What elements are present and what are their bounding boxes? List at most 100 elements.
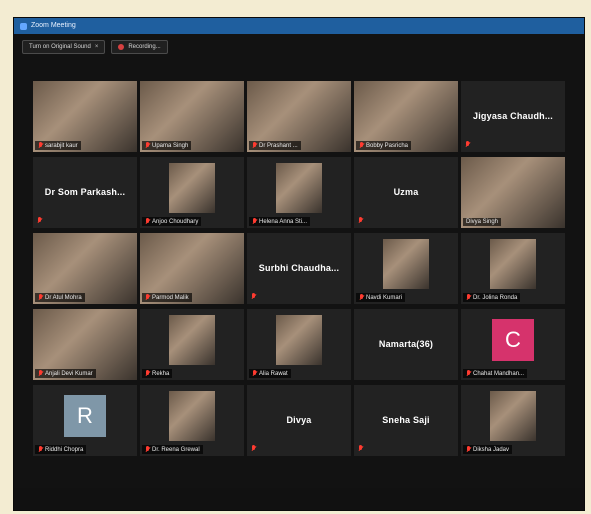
- participant-name: Bobby Pasricha: [366, 142, 409, 149]
- participant-name: Dr Atul Mohra: [45, 294, 82, 301]
- mic-muted-icon: [358, 217, 363, 224]
- participant-name-tag: Anjali Devi Kumar: [35, 369, 96, 378]
- letter-avatar: C: [492, 319, 534, 361]
- participant-name: Upama Singh: [152, 142, 189, 149]
- original-sound-button[interactable]: Turn on Original Sound ×: [22, 40, 106, 54]
- participant-tile[interactable]: Rekha: [140, 309, 244, 380]
- participant-tile[interactable]: C Chahat Mandhan...: [461, 309, 565, 380]
- participant-tile[interactable]: Sneha Saji: [354, 385, 458, 456]
- participant-tile[interactable]: Dr. Jolina Ronda: [461, 233, 565, 304]
- title-bar: Zoom Meeting: [14, 18, 584, 34]
- participant-name-tag: Divya Singh: [463, 218, 502, 226]
- participant-tile[interactable]: Upama Singh: [140, 81, 244, 152]
- participant-name: Dr. Jolina Ronda: [473, 294, 518, 301]
- participant-tile[interactable]: Divya: [247, 385, 351, 456]
- mic-muted-icon: [251, 293, 256, 300]
- participant-name-tag: Chahat Mandhan...: [463, 369, 528, 378]
- participant-name-tag: Helena Anna Sti...: [249, 217, 311, 226]
- participant-video: [490, 391, 536, 441]
- mic-muted-icon: [38, 294, 43, 301]
- mic-muted-icon: [358, 445, 363, 452]
- bottom-bar: [14, 488, 584, 510]
- participant-video: [169, 315, 215, 365]
- participant-tile[interactable]: Alia Rawat: [247, 309, 351, 380]
- mic-muted-icon: [145, 218, 150, 225]
- participant-name: Namarta(36): [378, 339, 434, 349]
- participant-name: Dr Som Parkash...: [44, 187, 126, 197]
- participant-name: Surbhi Chaudha...: [258, 263, 340, 273]
- participant-tile[interactable]: Bobby Pasricha: [354, 81, 458, 152]
- participant-video: [383, 239, 429, 289]
- participant-tile[interactable]: Navdi Kumari: [354, 233, 458, 304]
- letter-avatar: R: [64, 395, 106, 437]
- participant-tile[interactable]: Dr Som Parkash...: [33, 157, 137, 228]
- zoom-meeting-window: Zoom Meeting Turn on Original Sound × Re…: [13, 17, 585, 511]
- mic-muted-icon: [466, 370, 471, 377]
- mic-muted-icon: [359, 142, 364, 149]
- meeting-toolbar: Turn on Original Sound × Recording...: [22, 40, 168, 54]
- participant-tile[interactable]: Surbhi Chaudha...: [247, 233, 351, 304]
- recording-icon: [118, 44, 125, 50]
- original-sound-label: Turn on Original Sound: [29, 44, 91, 50]
- participant-tile[interactable]: R Riddhi Chopra: [33, 385, 137, 456]
- gallery-grid: sarabjit kaur Upama Singh Dr Prashant ..…: [33, 81, 565, 456]
- participant-name-tag: Rekha: [142, 369, 173, 378]
- mic-muted-icon: [38, 446, 43, 453]
- participant-name: Divya: [286, 415, 312, 425]
- participant-video: [276, 315, 322, 365]
- participant-tile[interactable]: Anjoo Choudhary: [140, 157, 244, 228]
- participant-name-tag: Dr. Reena Grewal: [142, 445, 203, 454]
- participant-name: Diksha Jadav: [473, 446, 510, 453]
- mic-muted-icon: [145, 142, 150, 149]
- participant-name-tag: Dr Atul Mohra: [35, 293, 85, 302]
- participant-tile[interactable]: sarabjit kaur: [33, 81, 137, 152]
- participant-name: sarabjit kaur: [45, 142, 78, 149]
- mic-muted-icon: [145, 370, 150, 377]
- participant-name: Dr. Reena Grewal: [152, 446, 200, 453]
- mic-muted-icon: [465, 141, 470, 148]
- mic-muted-icon: [251, 445, 256, 452]
- participant-name-tag: Bobby Pasricha: [356, 141, 412, 150]
- participant-tile[interactable]: Uzma: [354, 157, 458, 228]
- participant-name: Sneha Saji: [382, 415, 430, 425]
- participant-name-tag: Dr. Jolina Ronda: [463, 293, 521, 302]
- participant-video: [169, 391, 215, 441]
- participant-name: Helena Anna Sti...: [259, 218, 308, 225]
- mic-muted-icon: [145, 446, 150, 453]
- participant-tile[interactable]: Divya Singh: [461, 157, 565, 228]
- participant-name: Divya Singh: [466, 219, 499, 225]
- participant-tile[interactable]: Parmod Malik: [140, 233, 244, 304]
- mic-muted-icon: [38, 370, 43, 377]
- recording-label: Recording...: [128, 44, 161, 50]
- participant-name: Rekha: [152, 370, 170, 377]
- participant-name-tag: Diksha Jadav: [463, 445, 513, 454]
- recording-indicator[interactable]: Recording...: [111, 40, 168, 54]
- participant-name: Chahat Mandhan...: [473, 370, 525, 377]
- participant-video: [169, 163, 215, 213]
- participant-name-tag: Alia Rawat: [249, 369, 291, 378]
- participant-name: Parmod Malik: [152, 294, 189, 301]
- mic-muted-icon: [38, 142, 43, 149]
- zoom-logo-icon: [20, 22, 27, 30]
- mic-muted-icon: [252, 218, 257, 225]
- participant-name: Navdi Kumari: [366, 294, 403, 301]
- participant-tile[interactable]: Anjali Devi Kumar: [33, 309, 137, 380]
- participant-name: Dr Prashant ...: [259, 142, 298, 149]
- participant-tile[interactable]: Namarta(36): [354, 309, 458, 380]
- participant-name-tag: Riddhi Chopra: [35, 445, 87, 454]
- mic-muted-icon: [359, 294, 364, 301]
- participant-tile[interactable]: Dr Atul Mohra: [33, 233, 137, 304]
- participant-name-tag: Upama Singh: [142, 141, 192, 150]
- participant-tile[interactable]: Diksha Jadav: [461, 385, 565, 456]
- participant-tile-active-speaker[interactable]: Dr Prashant ...: [247, 81, 351, 152]
- participant-name: Anjoo Choudhary: [152, 218, 199, 225]
- participant-name-tag: Anjoo Choudhary: [142, 217, 202, 226]
- participant-tile[interactable]: Helena Anna Sti...: [247, 157, 351, 228]
- mic-muted-icon: [252, 142, 257, 149]
- mic-muted-icon: [145, 294, 150, 301]
- participant-video: [490, 239, 536, 289]
- close-icon[interactable]: ×: [95, 44, 99, 50]
- participant-tile[interactable]: Dr. Reena Grewal: [140, 385, 244, 456]
- participant-tile[interactable]: Jigyasa Chaudh...: [461, 81, 565, 152]
- participant-name-tag: Navdi Kumari: [356, 293, 406, 302]
